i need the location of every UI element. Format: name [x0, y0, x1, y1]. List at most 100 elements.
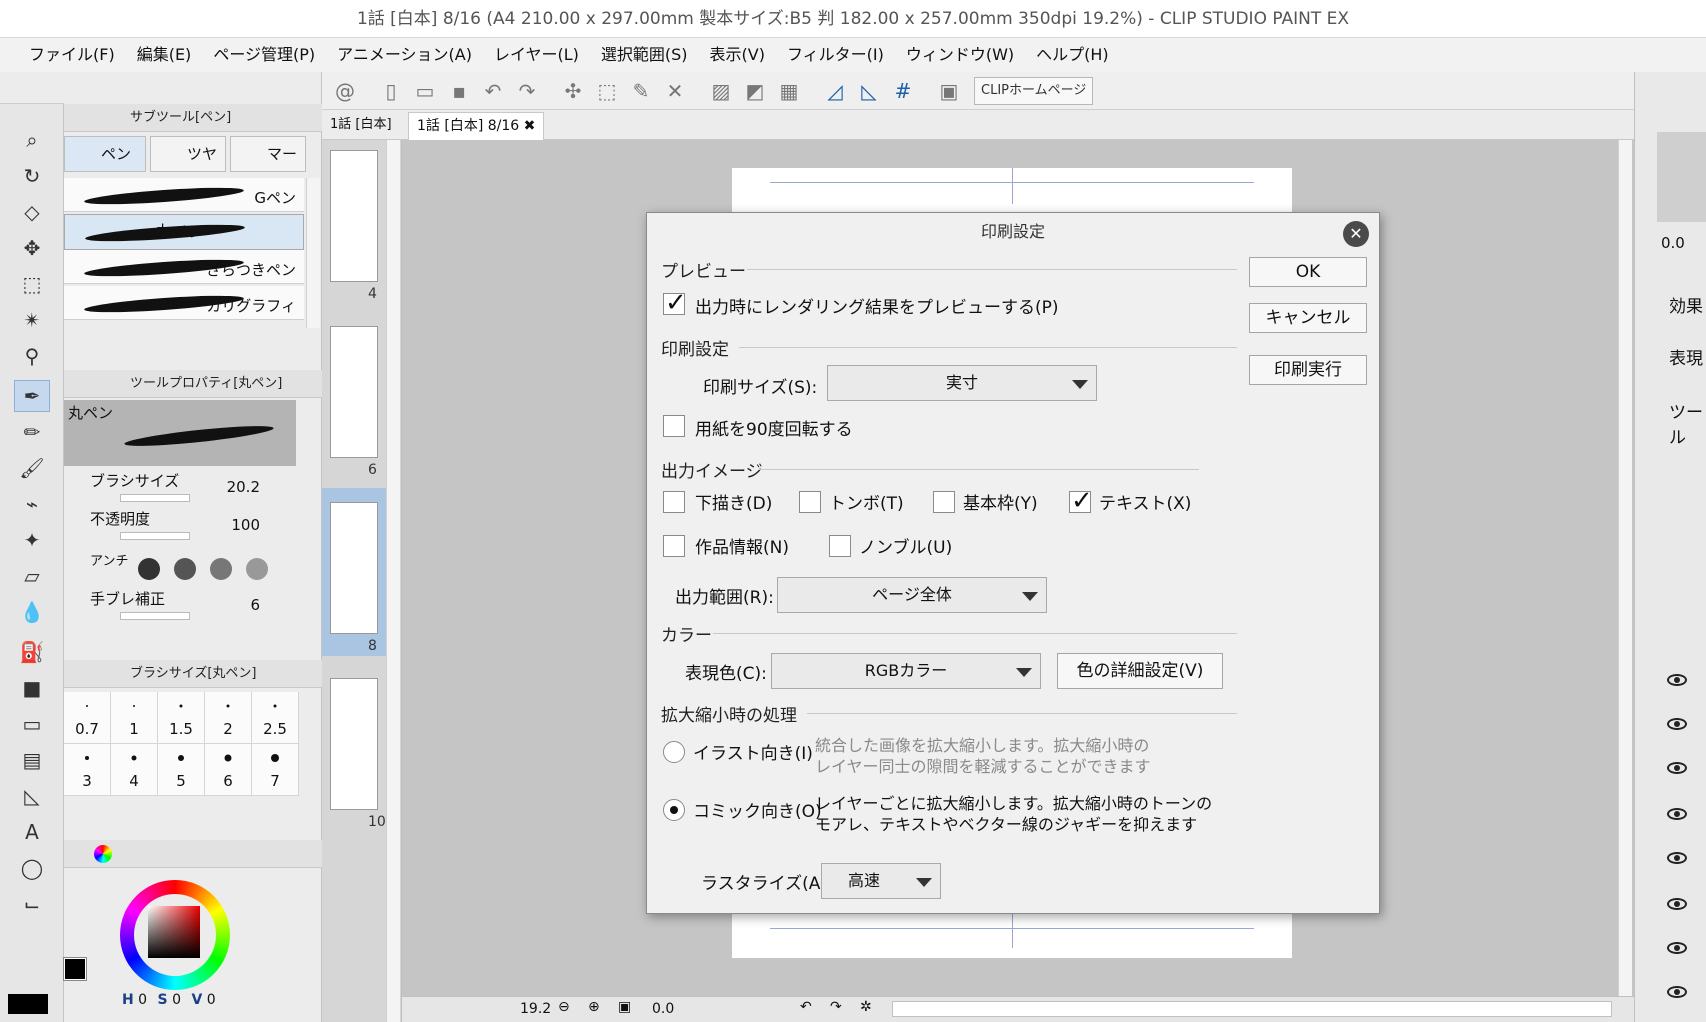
brushsize-cell[interactable]: 2.5 [252, 692, 299, 744]
brushsize-cell[interactable]: 6 [205, 744, 252, 796]
stabilization-value[interactable]: 6 [250, 596, 260, 614]
brushsize-cell[interactable]: 1.5 [158, 692, 205, 744]
color-detail-button[interactable]: 色の詳細設定(V) [1057, 653, 1223, 689]
correct-line-tool-icon[interactable]: ⌙ [14, 888, 50, 920]
object-tool-icon[interactable]: ◇ [14, 196, 50, 228]
menu-selection[interactable]: 選択範囲(S) [590, 38, 699, 72]
ok-button[interactable]: OK [1249, 257, 1367, 287]
default-border-checkbox[interactable] [933, 491, 955, 513]
antialias-medium-icon[interactable] [210, 558, 232, 580]
color-wheel-tab-icon[interactable] [94, 844, 112, 863]
menu-animation[interactable]: アニメーション(A) [326, 38, 483, 72]
comic-radio[interactable] [663, 799, 685, 821]
decoration-tool-icon[interactable]: ✦ [14, 524, 50, 556]
eye-icon[interactable] [1667, 898, 1687, 910]
select-all-icon[interactable]: ⬚ [592, 76, 622, 106]
pen-tool-icon[interactable]: ✒ [14, 380, 50, 412]
text-label[interactable]: テキスト(X) [1099, 489, 1191, 514]
magic-wand-tool-icon[interactable]: ✴ [14, 304, 50, 336]
draft-label[interactable]: 下描き(D) [695, 489, 772, 514]
open-folder-icon[interactable]: ▭ [410, 76, 440, 106]
brush-rough-pen[interactable]: ざらつきペン [64, 250, 304, 284]
grid-icon[interactable]: ▦ [774, 76, 804, 106]
menu-layer[interactable]: レイヤー(L) [483, 38, 590, 72]
spiral-icon[interactable]: @ [330, 76, 360, 106]
brush-size-row[interactable]: ブラシサイズ 20.2 [64, 470, 304, 508]
rotate-checkbox-label[interactable]: 用紙を90度回転する [695, 415, 853, 440]
menu-page[interactable]: ページ管理(P) [202, 38, 326, 72]
crop-marks-checkbox[interactable] [799, 491, 821, 513]
reset-rotation-icon[interactable]: ✲ [860, 999, 872, 1015]
menu-file[interactable]: ファイル(F) [18, 38, 126, 72]
pencil-tool-icon[interactable]: ✏ [14, 416, 50, 448]
eye-icon[interactable] [1667, 808, 1687, 820]
text-checkbox[interactable] [1069, 486, 1093, 516]
default-border-label[interactable]: 基本枠(Y) [963, 489, 1038, 514]
eye-icon[interactable] [1667, 852, 1687, 864]
brushsize-cell[interactable]: 2 [205, 692, 252, 744]
work-info-label[interactable]: 作品情報(N) [695, 533, 789, 558]
navigator-tab[interactable]: 1話 [白本] [322, 110, 402, 140]
menu-filter[interactable]: フィルター(I) [776, 38, 895, 72]
gradient-tool-icon[interactable]: ■ [14, 672, 50, 704]
subtool-scrollbar[interactable] [306, 178, 320, 328]
brush-g-pen[interactable]: Gペン [64, 178, 304, 212]
main-color-swatch[interactable] [63, 957, 87, 981]
menu-help[interactable]: ヘルプ(H) [1025, 38, 1120, 72]
brush-tool-icon[interactable]: 🖌 [14, 452, 50, 484]
rotate-tool-icon[interactable]: ↻ [14, 160, 50, 192]
eye-icon[interactable] [1667, 986, 1687, 998]
brushsize-cell[interactable]: 3 [64, 744, 111, 796]
opacity-slider[interactable] [120, 532, 190, 540]
page-thumbnail[interactable] [330, 150, 378, 282]
opacity-row[interactable]: 不透明度 100 [64, 508, 304, 546]
stabilization-slider[interactable] [120, 612, 190, 620]
stabilization-row[interactable]: 手ブレ補正 6 [64, 588, 304, 626]
grid-snap-icon[interactable]: # [888, 76, 918, 106]
fill-icon[interactable]: ◩ [740, 76, 770, 106]
transform-icon[interactable]: ✕ [660, 76, 690, 106]
brush-size-slider[interactable] [120, 494, 190, 502]
tab-gloss[interactable]: ツヤベ [150, 136, 226, 197]
eye-icon[interactable] [1667, 942, 1687, 954]
page-number-checkbox[interactable] [829, 535, 851, 557]
brushsize-cell[interactable]: 4 [111, 744, 158, 796]
main-color-swatch-small[interactable] [8, 994, 48, 1014]
redo-icon[interactable]: ↷ [512, 76, 542, 106]
airbrush-tool-icon[interactable]: ⌁ [14, 488, 50, 520]
menu-edit[interactable]: 編集(E) [126, 38, 203, 72]
rotate-checkbox[interactable] [663, 415, 685, 437]
zoom-tool-icon[interactable]: ⌕ [14, 124, 50, 156]
navigator-scrollbar[interactable] [386, 140, 400, 1022]
menu-window[interactable]: ウィンドウ(W) [895, 38, 1025, 72]
antialias-row[interactable]: アンチ [64, 550, 304, 588]
antialias-weak-icon[interactable] [174, 558, 196, 580]
print-execute-button[interactable]: 印刷実行 [1249, 355, 1367, 385]
output-range-select[interactable]: ページ全体 [777, 577, 1047, 613]
marquee-tool-icon[interactable]: ⬚ [14, 268, 50, 300]
zoom-in-icon[interactable]: ⊕ [588, 999, 600, 1015]
draft-checkbox[interactable] [663, 491, 685, 513]
balloon-tool-icon[interactable]: ◯ [14, 852, 50, 884]
eye-icon[interactable] [1667, 762, 1687, 774]
eye-icon[interactable] [1667, 674, 1687, 686]
blend-tool-icon[interactable]: 💧 [14, 596, 50, 628]
rasterize-select[interactable]: 高速 [821, 863, 941, 899]
document-tab[interactable]: 1話 [白本] 8/16 ✖ [408, 112, 545, 140]
eraser-tool-icon[interactable]: ▱ [14, 560, 50, 592]
tab-pen[interactable]: ペン [64, 136, 146, 172]
work-info-checkbox[interactable] [663, 535, 685, 557]
print-size-select[interactable]: 実寸 [827, 365, 1097, 401]
comic-label[interactable]: コミック向き(O) [693, 797, 822, 822]
page-thumbnail[interactable] [330, 502, 378, 634]
saturation-value-square[interactable] [148, 906, 200, 958]
page-thumbnail[interactable] [330, 326, 378, 458]
layer-mask-icon[interactable]: ▨ [706, 76, 736, 106]
brushsize-cell[interactable]: 1 [111, 692, 158, 744]
brush-maru-pen[interactable]: 丸ペン [64, 214, 304, 250]
zoom-out-icon[interactable]: ⊖ [558, 999, 570, 1015]
canvas-hscrollbar[interactable] [892, 1001, 1612, 1017]
brushsize-cell[interactable]: 5 [158, 744, 205, 796]
print-dropdown-icon[interactable]: ▣ [934, 76, 964, 106]
save-icon[interactable]: ▪ [444, 76, 474, 106]
